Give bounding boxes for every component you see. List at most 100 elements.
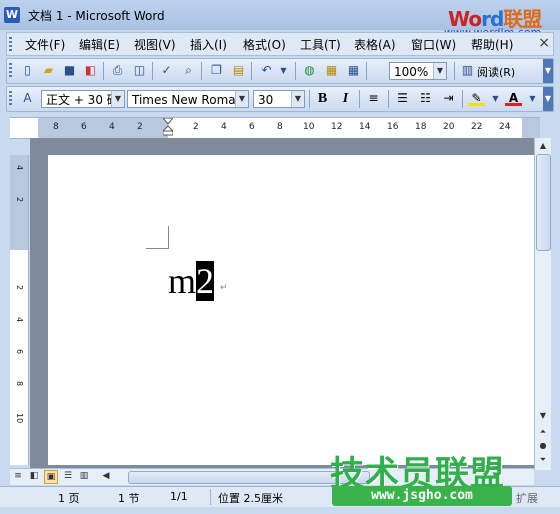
font-size-value: 30 bbox=[258, 93, 274, 107]
menu-table[interactable]: 表格(A) bbox=[354, 36, 396, 53]
save-icon[interactable]: ■ bbox=[61, 62, 78, 79]
open-folder-icon[interactable]: ▰ bbox=[40, 62, 57, 79]
zoom-combo[interactable]: 100% ▼ bbox=[389, 62, 447, 80]
chevron-down-icon[interactable]: ▼ bbox=[235, 91, 248, 107]
font-size-combo[interactable]: 30 ▼ bbox=[253, 90, 305, 108]
toolbar-grip[interactable] bbox=[9, 63, 12, 79]
ruler-tick: 12 bbox=[331, 122, 343, 132]
ruler-tick: 6 bbox=[249, 122, 255, 132]
standard-toolbar: ▯ ▰ ■ ◧ ⎙ ◫ ✓ ⌕ ❐ ▤ ↶ ▼ ◍ ▦ ▦ 100% ▼ ▥ 阅… bbox=[6, 58, 554, 84]
hyperlink-icon[interactable]: ◍ bbox=[301, 62, 318, 79]
chevron-down-icon[interactable]: ▼ bbox=[291, 91, 304, 107]
word-app-icon[interactable]: W bbox=[4, 7, 20, 23]
ruler-tick: 18 bbox=[415, 122, 427, 132]
document-text[interactable]: m2 bbox=[168, 249, 215, 313]
ruler-tick: 10 bbox=[303, 122, 315, 132]
menu-help[interactable]: 帮助(H) bbox=[471, 36, 513, 53]
spelling-icon[interactable]: ✓ bbox=[158, 62, 175, 79]
bold-button[interactable]: B bbox=[314, 90, 331, 107]
ruler-tick: 10 bbox=[15, 413, 24, 424]
select-browse-object-icon[interactable]: ● bbox=[535, 438, 551, 453]
paragraph-mark-icon: ↵ bbox=[220, 283, 228, 293]
tables-borders-icon[interactable]: ▦ bbox=[323, 62, 340, 79]
toolbar-options-icon[interactable]: ▼ bbox=[543, 87, 553, 111]
menu-tools[interactable]: 工具(T) bbox=[300, 36, 341, 53]
copy-icon[interactable]: ❐ bbox=[208, 62, 225, 79]
toolbar-separator bbox=[366, 62, 367, 80]
ruler-tick: 4 bbox=[109, 122, 115, 132]
horizontal-ruler[interactable]: 8 6 4 2 2 4 6 8 10 12 14 16 18 20 22 24 bbox=[10, 117, 540, 139]
vertical-scroll-thumb[interactable] bbox=[536, 154, 551, 251]
ruler-margin-right bbox=[522, 118, 540, 138]
menu-bar: 文件(F) 编辑(E) 视图(V) 插入(I) 格式(O) 工具(T) 表格(A… bbox=[6, 32, 554, 56]
menu-edit[interactable]: 编辑(E) bbox=[79, 36, 120, 53]
menu-view[interactable]: 视图(V) bbox=[134, 36, 176, 53]
document-page[interactable] bbox=[48, 155, 534, 465]
style-combo[interactable]: 正文 + 30 磅 ▼ bbox=[41, 90, 125, 108]
highlight-dropdown-icon[interactable]: ▼ bbox=[487, 90, 504, 107]
close-document-button[interactable]: × bbox=[538, 35, 550, 51]
read-mode-icon[interactable]: ▥ bbox=[459, 62, 476, 79]
undo-dropdown-icon[interactable]: ▼ bbox=[275, 62, 292, 79]
menu-window[interactable]: 窗口(W) bbox=[411, 36, 456, 53]
menu-insert[interactable]: 插入(I) bbox=[190, 36, 227, 53]
text-selection[interactable]: 2 bbox=[196, 261, 215, 301]
bullets-icon[interactable]: ☷ bbox=[417, 90, 434, 107]
font-combo[interactable]: Times New Roman ▼ bbox=[127, 90, 249, 108]
next-page-icon[interactable]: ⏷ bbox=[535, 452, 551, 467]
menu-file[interactable]: 文件(F) bbox=[25, 36, 65, 53]
print-preview-icon[interactable]: ◫ bbox=[131, 62, 148, 79]
new-document-icon[interactable]: ▯ bbox=[19, 62, 36, 79]
toolbar-separator bbox=[454, 62, 455, 80]
scroll-down-icon[interactable]: ▼ bbox=[535, 408, 551, 423]
align-center-icon[interactable]: ≡ bbox=[365, 90, 382, 107]
scroll-up-icon[interactable]: ▲ bbox=[535, 138, 551, 153]
indent-marker-icon[interactable] bbox=[163, 118, 173, 136]
numbering-icon[interactable]: ☰ bbox=[394, 90, 411, 107]
permission-icon[interactable]: ◧ bbox=[82, 62, 99, 79]
menu-grip[interactable] bbox=[9, 37, 12, 51]
research-icon[interactable]: ⌕ bbox=[180, 62, 197, 79]
styles-formatting-icon[interactable]: A bbox=[19, 90, 36, 107]
font-color-dropdown-icon[interactable]: ▼ bbox=[524, 90, 541, 107]
read-mode-label[interactable]: 阅读(R) bbox=[477, 64, 515, 80]
font-value: Times New Roman bbox=[132, 93, 244, 107]
status-extend[interactable]: 扩展 bbox=[516, 490, 538, 506]
web-layout-icon[interactable]: ◧ bbox=[28, 470, 40, 482]
undo-icon[interactable]: ↶ bbox=[258, 62, 275, 79]
highlight-icon[interactable]: ✎ bbox=[468, 90, 485, 106]
insert-table-icon[interactable]: ▦ bbox=[345, 62, 362, 79]
chevron-down-icon[interactable]: ▼ bbox=[433, 63, 446, 79]
print-layout-icon[interactable]: ▣ bbox=[44, 470, 58, 484]
scroll-left-icon[interactable]: ◀ bbox=[100, 470, 112, 482]
increase-indent-icon[interactable]: ⇥ bbox=[440, 90, 457, 107]
toolbar-options-icon[interactable]: ▼ bbox=[543, 59, 553, 83]
menu-format[interactable]: 格式(O) bbox=[243, 36, 286, 53]
vertical-scrollbar[interactable]: ▲ ▼ ⏶ ● ⏷ bbox=[534, 138, 551, 470]
ruler-tick: 22 bbox=[471, 122, 483, 132]
previous-page-icon[interactable]: ⏶ bbox=[535, 424, 551, 439]
ruler-tick: 8 bbox=[15, 381, 24, 387]
status-section: 1 节 bbox=[118, 492, 140, 505]
toolbar-separator bbox=[103, 62, 104, 80]
chevron-down-icon[interactable]: ▼ bbox=[111, 91, 124, 107]
text-normal[interactable]: m bbox=[168, 261, 196, 301]
status-pages: 1/1 bbox=[170, 490, 188, 503]
paste-icon[interactable]: ▤ bbox=[230, 62, 247, 79]
print-icon[interactable]: ⎙ bbox=[109, 62, 126, 79]
status-position: 位置 2.5厘米 bbox=[218, 492, 283, 505]
font-color-button[interactable]: A bbox=[505, 90, 522, 106]
ruler-tick: 16 bbox=[387, 122, 399, 132]
italic-button[interactable]: I bbox=[337, 90, 354, 107]
ruler-tick: 24 bbox=[499, 122, 511, 132]
style-value: 正文 + 30 磅 bbox=[46, 93, 119, 107]
toolbar-grip[interactable] bbox=[9, 91, 12, 107]
vertical-ruler[interactable]: 4 2 2 4 6 8 10 bbox=[10, 155, 29, 465]
toolbar-separator bbox=[388, 90, 389, 108]
ruler-tick: 6 bbox=[81, 122, 87, 132]
toolbar-separator bbox=[201, 62, 202, 80]
reading-view-icon[interactable]: ▥ bbox=[78, 470, 90, 482]
ruler-tick: 20 bbox=[443, 122, 455, 132]
outline-view-icon[interactable]: ☰ bbox=[62, 470, 74, 482]
normal-view-icon[interactable]: ≡ bbox=[12, 470, 24, 482]
